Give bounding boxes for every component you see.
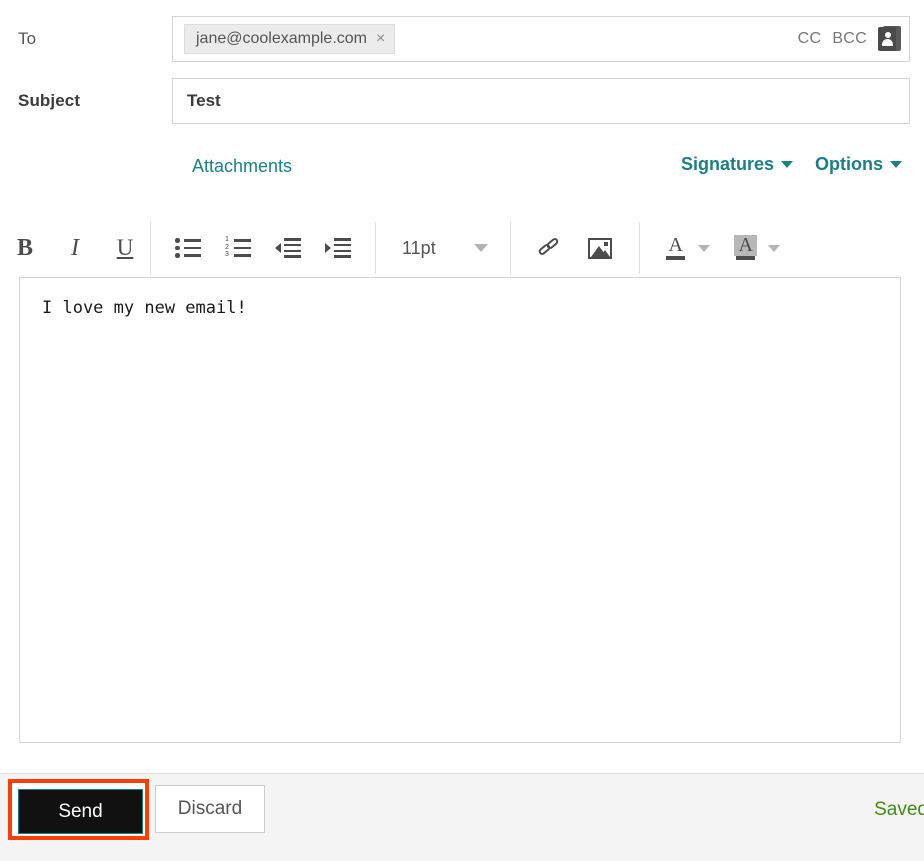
underline-icon: U xyxy=(116,235,134,260)
image-icon xyxy=(587,237,612,259)
to-field-row: To jane@coolexample.com × CC BCC xyxy=(0,16,924,62)
contacts-icon-head xyxy=(884,32,891,38)
message-body-editor[interactable]: I love my new email! xyxy=(19,277,901,743)
compose-right-links: Signatures Options xyxy=(681,154,902,175)
remove-recipient-icon[interactable]: × xyxy=(376,31,385,47)
subject-value: Test xyxy=(187,91,221,110)
send-button[interactable]: Send xyxy=(18,789,143,834)
indent-icon xyxy=(325,238,351,258)
toolbar-group-insert xyxy=(511,222,625,274)
options-label: Options xyxy=(815,154,883,174)
compose-email-window: To jane@coolexample.com × CC BCC Subject… xyxy=(0,0,924,861)
chevron-down-icon xyxy=(781,161,793,168)
highlight-color-icon: A xyxy=(734,235,758,261)
insert-link-button[interactable] xyxy=(525,226,575,270)
chevron-down-icon[interactable] xyxy=(697,244,710,252)
font-color-button[interactable]: A xyxy=(658,235,716,261)
font-color-icon: A xyxy=(664,235,688,261)
link-icon xyxy=(536,236,562,260)
send-button-highlight: Send xyxy=(8,779,149,840)
bold-icon: B xyxy=(16,234,33,261)
chevron-down-icon[interactable] xyxy=(767,244,780,252)
insert-image-button[interactable] xyxy=(575,226,625,270)
toolbar-group-text-style: B I U xyxy=(0,222,150,274)
signatures-label: Signatures xyxy=(680,154,774,174)
formatting-toolbar: B I U 1 2 3 11pt A A xyxy=(0,222,924,274)
cc-button[interactable]: CC xyxy=(798,30,822,48)
italic-button[interactable]: I xyxy=(50,226,100,270)
options-dropdown[interactable]: Options xyxy=(815,154,902,175)
recipient-email: jane@coolexample.com xyxy=(196,30,367,47)
contacts-icon-body xyxy=(882,39,893,46)
bulleted-list-icon xyxy=(175,238,201,258)
toolbar-group-colors: A A xyxy=(640,222,786,274)
outdent-button[interactable] xyxy=(263,226,313,270)
toolbar-group-lists: 1 2 3 xyxy=(151,222,363,274)
font-size-selector[interactable]: 11pt xyxy=(376,222,488,274)
highlight-color-button[interactable]: A xyxy=(728,235,786,261)
italic-icon: I xyxy=(71,234,79,261)
subject-field-row: Subject Test xyxy=(0,78,924,124)
subject-label: Subject xyxy=(18,91,81,110)
attachments-link[interactable]: Attachments xyxy=(192,156,292,177)
subject-input-field[interactable]: Test xyxy=(172,78,910,124)
to-field-actions: CC BCC xyxy=(798,17,901,61)
chevron-down-icon xyxy=(890,161,902,168)
bold-button[interactable]: B xyxy=(0,226,50,270)
indent-button[interactable] xyxy=(313,226,363,270)
bcc-button[interactable]: BCC xyxy=(832,30,867,48)
bulleted-list-button[interactable] xyxy=(163,226,213,270)
to-input-field[interactable]: jane@coolexample.com × CC BCC xyxy=(172,16,910,62)
numbered-list-button[interactable]: 1 2 3 xyxy=(213,226,263,270)
compose-footer: Send Discard Saved xyxy=(0,773,924,861)
chevron-down-icon xyxy=(473,244,488,252)
outdent-icon xyxy=(275,238,301,258)
numbered-list-icon: 1 2 3 xyxy=(225,236,251,258)
recipient-chip[interactable]: jane@coolexample.com × xyxy=(184,24,396,54)
discard-button[interactable]: Discard xyxy=(155,785,265,833)
underline-button[interactable]: U xyxy=(100,226,150,270)
signatures-dropdown[interactable]: Signatures xyxy=(681,154,793,175)
saved-status: Saved xyxy=(874,799,924,820)
font-size-value: 11pt xyxy=(402,237,436,258)
message-body-text: I love my new email! xyxy=(42,298,247,318)
to-label: To xyxy=(18,29,37,48)
contacts-book-icon[interactable] xyxy=(878,26,901,52)
compose-links-row: Attachments Signatures Options xyxy=(0,142,924,198)
